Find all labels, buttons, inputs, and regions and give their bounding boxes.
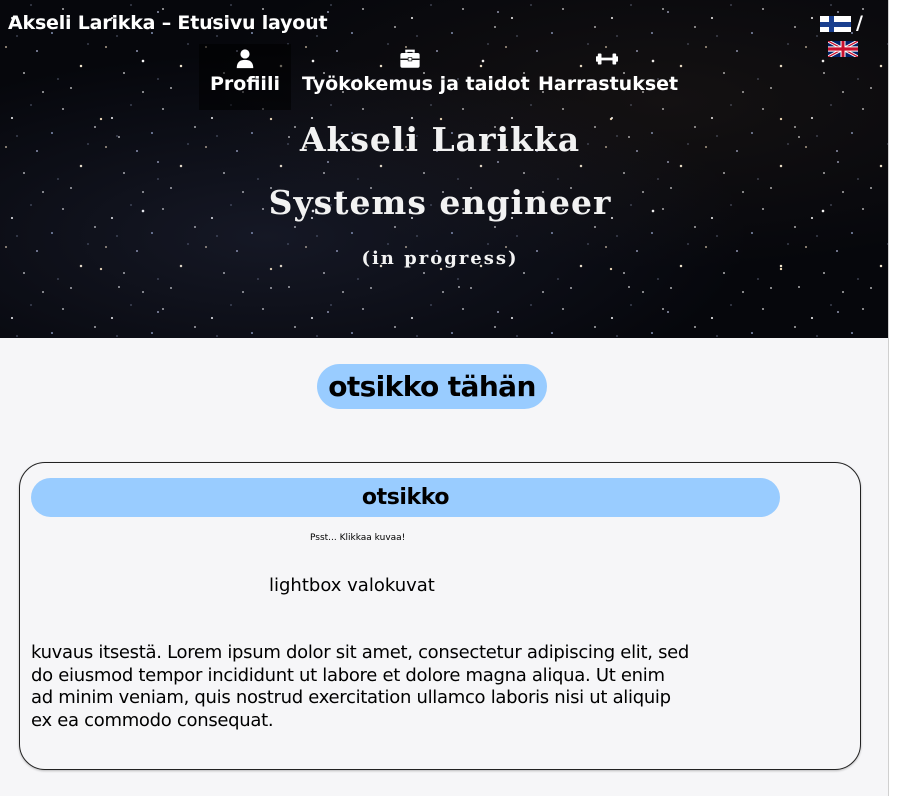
page: Akseli Larikka – Etusivu layout / Profii…	[0, 0, 888, 796]
nav-item-label: Profiili	[210, 73, 280, 95]
nav-item-harrastukset[interactable]: Harrastukset	[538, 44, 679, 110]
nav-item-label: Harrastukset	[538, 73, 679, 95]
page-scrollbar[interactable]	[888, 0, 898, 796]
profile-card: otsikko Psst... Klikkaa kuvaa! lightbox …	[19, 462, 861, 770]
section-heading: otsikko tähän	[317, 364, 547, 409]
nav-item-tyokokemus[interactable]: Työkokemus ja taidot	[302, 44, 530, 110]
lightbox-photos[interactable]: lightbox valokuvat	[269, 575, 435, 596]
section-heading-wrap: otsikko tähän	[0, 364, 864, 409]
card-title: otsikko	[31, 478, 780, 517]
hero-name: Akseli Larikka	[299, 120, 581, 159]
user-icon	[236, 49, 254, 69]
dumbbell-icon	[596, 53, 618, 65]
hero-role: Systems engineer	[268, 183, 612, 222]
main-nav: Profiili Työkokemus ja taidot Harrastuks…	[0, 44, 888, 110]
about-text: kuvaus itsestä. Lorem ipsum dolor sit am…	[31, 642, 690, 731]
nav-item-label: Työkokemus ja taidot	[302, 73, 530, 95]
nav-item-profiili[interactable]: Profiili	[199, 44, 291, 110]
finnish-flag-icon[interactable]	[820, 16, 851, 32]
language-separator: /	[856, 12, 863, 34]
hero-status: (in progress)	[361, 248, 519, 269]
site-title[interactable]: Akseli Larikka – Etusivu layout	[8, 12, 328, 34]
briefcase-icon	[400, 49, 420, 68]
click-hint: Psst... Klikkaa kuvaa!	[310, 533, 406, 543]
hero-header: Akseli Larikka – Etusivu layout / Profii…	[0, 0, 888, 338]
